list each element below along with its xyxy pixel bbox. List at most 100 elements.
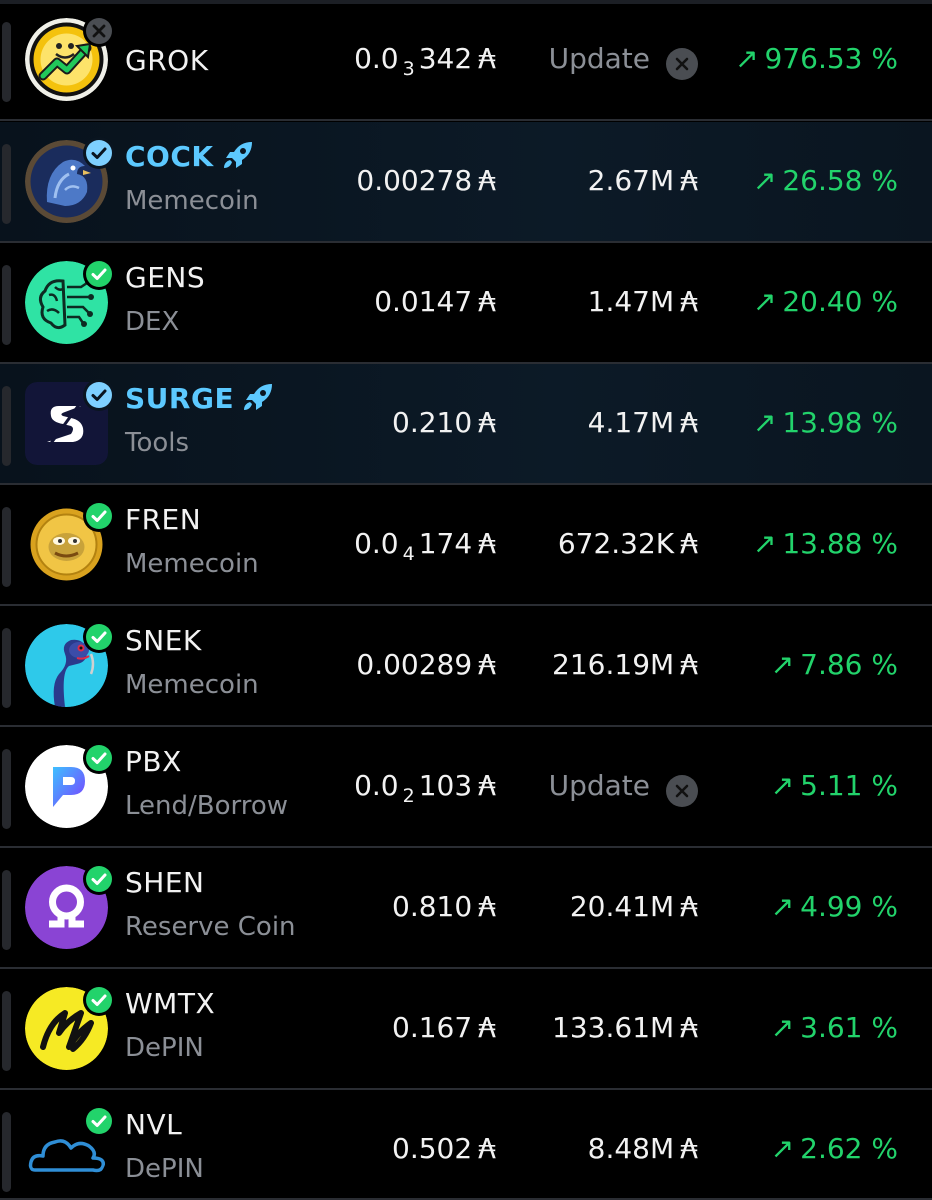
price-change: ↗ 13.88 % — [753, 527, 898, 560]
token-price: 0.0 3 342 ₳ — [354, 42, 496, 80]
price-change: ↗ 26.58 % — [753, 164, 898, 197]
token-row[interactable]: SURGE Tools 0.210 ₳ 4.17M ₳ ↗ 13.98 % — [0, 364, 932, 485]
volume-currency: ₳ — [680, 406, 698, 439]
update-dismiss-icon[interactable] — [666, 48, 698, 80]
token-row[interactable]: WMTX DePIN 0.167 ₳ 133.61M ₳ ↗ 3.61 % — [0, 969, 932, 1090]
price-lead: 0.00278 — [356, 164, 473, 197]
token-row[interactable]: SHEN Reserve Coin 0.810 ₳ 20.41M ₳ ↗ 4.99 % — [0, 848, 932, 969]
verified-check-icon — [82, 136, 116, 170]
row-handle — [2, 386, 11, 466]
token-row[interactable]: SNEK Memecoin 0.00289 ₳ 216.19M ₳ ↗ 7.86 % — [0, 606, 932, 727]
price-change: ↗ 20.40 % — [753, 285, 898, 318]
token-price: 0.00278 ₳ — [356, 164, 496, 197]
price-currency: ₳ — [478, 285, 496, 318]
token-name: GROK — [125, 44, 209, 77]
rocket-icon — [242, 382, 276, 412]
token-name-text: SNEK — [125, 624, 202, 657]
row-handle — [2, 507, 11, 587]
token-category: Memecoin — [125, 186, 259, 216]
token-category: DEX — [125, 307, 180, 337]
token-name: WMTX — [125, 987, 215, 1020]
verified-check-icon — [82, 378, 116, 412]
volume-currency: ₳ — [680, 285, 698, 318]
price-currency: ₳ — [478, 42, 496, 75]
token-category: Reserve Coin — [125, 912, 296, 942]
volume-value: 20.41M — [569, 890, 675, 923]
token-name: SURGE — [125, 382, 276, 415]
token-name-text: WMTX — [125, 987, 216, 1020]
token-name: NVL — [125, 1108, 182, 1141]
token-volume: 8.48M ₳ — [588, 1132, 698, 1165]
volume-update-label: Update — [548, 769, 650, 802]
token-name-text: SURGE — [125, 382, 235, 415]
volume-value: 133.61M — [552, 1011, 675, 1044]
row-handle — [2, 749, 11, 829]
price-change: ↗ 2.62 % — [771, 1132, 898, 1165]
price-zero-count: 2 — [402, 785, 415, 807]
trend-up-arrow-icon: ↗ — [752, 406, 777, 439]
token-row[interactable]: GROK 0.0 3 342 ₳ Update ↗ 976.53 % — [0, 0, 932, 121]
token-category: Lend/Borrow — [125, 791, 289, 821]
volume-value: 672.32K — [557, 527, 675, 560]
token-row[interactable]: FREN Memecoin 0.0 4 174 ₳ 672.32K ₳ ↗ 13.88 % — [0, 485, 932, 606]
token-name: GENS — [125, 261, 205, 294]
token-price: 0.810 ₳ — [392, 890, 496, 923]
row-handle — [2, 870, 11, 950]
price-currency: ₳ — [478, 164, 496, 197]
trend-up-arrow-icon: ↗ — [770, 890, 795, 923]
price-lead: 0.0147 — [374, 285, 473, 318]
update-dismiss-icon[interactable] — [666, 775, 698, 807]
price-lead: 0.167 — [392, 1011, 473, 1044]
verified-check-icon — [82, 862, 116, 896]
price-lead: 0.210 — [392, 406, 473, 439]
token-category: Tools — [125, 428, 190, 458]
price-zero-count: 4 — [402, 543, 415, 565]
price-digits: 342 — [418, 42, 473, 75]
price-lead: 0.0 — [354, 42, 399, 75]
price-change: ↗ 4.99 % — [771, 890, 898, 923]
token-row[interactable]: COCK Memecoin 0.00278 ₳ 2.67M ₳ ↗ 26.58 % — [0, 122, 932, 243]
volume-value: 1.47M — [587, 285, 675, 318]
price-currency: ₳ — [478, 890, 496, 923]
price-lead: 0.0 — [354, 527, 399, 560]
token-name-text: SHEN — [125, 866, 205, 899]
token-volume: 216.19M ₳ — [552, 648, 698, 681]
price-currency: ₳ — [478, 648, 496, 681]
token-volume: 133.61M ₳ — [552, 1011, 698, 1044]
change-value: 13.88 % — [782, 527, 898, 560]
token-price: 0.167 ₳ — [392, 1011, 496, 1044]
token-name-text: COCK — [125, 140, 214, 173]
token-price: 0.210 ₳ — [392, 406, 496, 439]
price-change: ↗ 13.98 % — [753, 406, 898, 439]
token-category: DePIN — [125, 1154, 204, 1184]
verified-check-icon — [82, 983, 116, 1017]
verified-check-icon — [82, 257, 116, 291]
price-currency: ₳ — [478, 527, 496, 560]
token-name-text: PBX — [125, 745, 182, 778]
volume-value: 4.17M — [587, 406, 675, 439]
volume-currency: ₳ — [680, 1011, 698, 1044]
token-price: 0.0147 ₳ — [374, 285, 496, 318]
change-value: 2.62 % — [800, 1132, 898, 1165]
rocket-icon — [222, 140, 256, 170]
price-change: ↗ 976.53 % — [735, 42, 898, 75]
token-volume: 4.17M ₳ — [588, 406, 698, 439]
trend-up-arrow-icon: ↗ — [770, 769, 795, 802]
change-value: 976.53 % — [764, 42, 898, 75]
row-handle — [2, 991, 11, 1071]
token-row[interactable]: PBX Lend/Borrow 0.0 2 103 ₳ Update ↗ 5.11 % — [0, 727, 932, 848]
token-name-text: GENS — [125, 261, 206, 294]
volume-update-label: Update — [548, 42, 650, 75]
change-value: 3.61 % — [800, 1011, 898, 1044]
token-row[interactable]: GENS DEX 0.0147 ₳ 1.47M ₳ ↗ 20.40 % — [0, 243, 932, 364]
change-value: 7.86 % — [800, 648, 898, 681]
price-lead: 0.0 — [354, 769, 399, 802]
token-name: COCK — [125, 140, 256, 173]
token-price: 0.00289 ₳ — [356, 648, 496, 681]
change-value: 4.99 % — [800, 890, 898, 923]
change-value: 20.40 % — [782, 285, 898, 318]
token-volume: 20.41M ₳ — [570, 890, 698, 923]
change-value: 13.98 % — [782, 406, 898, 439]
token-row[interactable]: NVL DePIN 0.502 ₳ 8.48M ₳ ↗ 2.62 % — [0, 1090, 932, 1200]
change-value: 26.58 % — [782, 164, 898, 197]
